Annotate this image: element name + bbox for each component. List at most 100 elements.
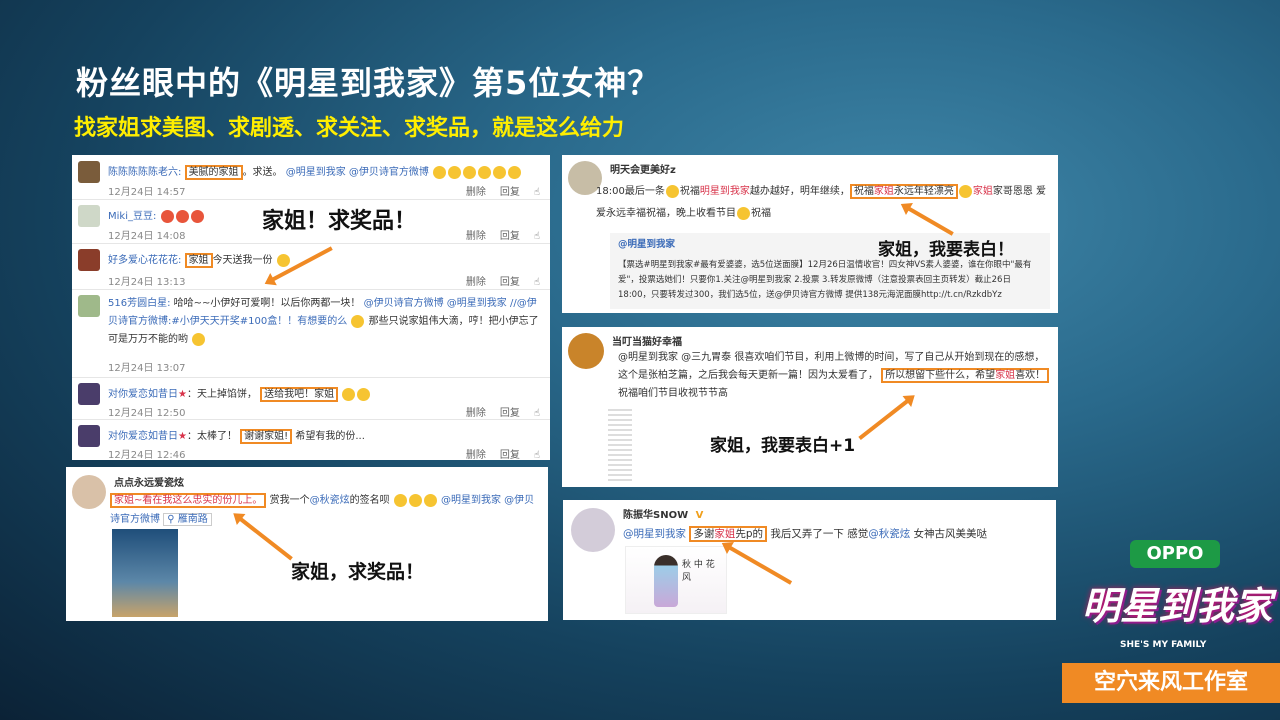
comment-time: 12月24日 12:50 <box>108 408 186 419</box>
show-logo: 明星到我家 <box>1082 584 1273 628</box>
post-image[interactable] <box>112 529 178 617</box>
delete-button[interactable]: 删除 <box>466 450 486 460</box>
delete-button[interactable]: 删除 <box>466 187 486 198</box>
comment-user[interactable]: 516芳圆白星: <box>108 298 170 309</box>
emoji-icon <box>190 209 204 223</box>
reply-button[interactable]: 回复 <box>500 187 520 198</box>
post-user[interactable]: 陈振华SNOW <box>623 510 688 521</box>
highlighted-text: 所以想留下些什么，希望 <box>885 370 996 381</box>
post-text: 家哥恩恩 <box>992 186 1033 197</box>
like-icon[interactable]: ☝ <box>534 231 540 242</box>
mention-link[interactable]: @明星到我家 <box>441 495 501 506</box>
comment-user[interactable]: 对你爱恋如昔日 <box>108 389 178 400</box>
post-text: 祝福 <box>679 186 700 197</box>
emoji-icon <box>508 165 522 179</box>
comment-user[interactable]: 陈陈陈陈陈老六: <box>108 167 181 178</box>
emoji-icon <box>478 165 492 179</box>
sponsor-logo: OPPO <box>1130 540 1220 568</box>
comment-user[interactable]: Miki_豆豆: <box>108 211 156 222</box>
highlighted-red: 家姐 <box>972 186 993 197</box>
reply-button[interactable]: 回复 <box>500 408 520 419</box>
emoji-icon <box>276 253 290 267</box>
mention-link[interactable]: @明星到我家 <box>623 528 686 540</box>
emoji-icon <box>737 206 750 220</box>
arrow-icon <box>726 544 793 585</box>
emoji-icon <box>433 165 447 179</box>
verified-badge: V <box>695 510 704 521</box>
avatar <box>571 508 615 552</box>
highlighted-text: 永远年轻漂亮 <box>893 186 954 197</box>
image-figure <box>654 555 678 607</box>
avatar <box>568 333 604 369</box>
highlighted-text: 谢谢家姐! <box>240 429 293 444</box>
comment-text: 哈哈~~小伊好可爱啊！以后你两都一块！ <box>173 298 361 309</box>
emoji-icon <box>342 387 356 401</box>
avatar <box>78 383 100 405</box>
like-icon[interactable]: ☝ <box>534 277 540 288</box>
location-label: 雁南路 <box>177 514 208 525</box>
comment-text: ：天上掉馅饼， <box>186 389 257 400</box>
show-name: 明星到我家 <box>699 186 750 197</box>
avatar <box>78 249 100 271</box>
highlighted-text: 喜欢！ <box>1015 370 1046 381</box>
reply-button[interactable]: 回复 <box>500 450 520 460</box>
delete-button[interactable]: 删除 <box>466 277 486 288</box>
reply-button[interactable]: 回复 <box>500 277 520 288</box>
highlighted-text: 美腻的家姐 <box>184 165 243 180</box>
post-text: 祝福 <box>751 208 771 219</box>
callout-text: 家姐，我要表白！ <box>878 240 1014 260</box>
avatar <box>78 425 100 447</box>
comment-time: 12月24日 14:57 <box>108 187 186 198</box>
highlighted-red: 家姐 <box>873 186 894 197</box>
highlighted-text: 家姐~看在我这么忠实的份儿上。 <box>110 493 267 508</box>
mention-link[interactable]: @秋瓷炫 <box>868 528 910 540</box>
weibo-post-panel: 陈振华SNOW V @明星到我家 多谢家姐先p的 我后又弄了一下 感觉@秋瓷炫 … <box>563 500 1056 620</box>
weibo-post-panel: 点点永远爱瓷炫 家姐~看在我这么忠实的份儿上。 赏我一个@秋瓷炫的签名呗 @明星… <box>66 467 548 621</box>
comment-row: 陈陈陈陈陈老六: 美腻的家姐 。求送。 @明星到我家 @伊贝诗官方微博 12月24… <box>72 155 550 200</box>
post-user[interactable]: 点点永远爱瓷炫 <box>114 474 184 489</box>
avatar <box>78 295 100 317</box>
emoji-icon <box>160 209 174 223</box>
emoji-icon <box>408 493 422 507</box>
emoji-icon <box>448 165 462 179</box>
reply-button[interactable]: 回复 <box>500 231 520 242</box>
comments-panel: 陈陈陈陈陈老六: 美腻的家姐 。求送。 @明星到我家 @伊贝诗官方微博 12月24… <box>72 155 550 460</box>
location-pin-icon: ⚲ <box>167 514 175 525</box>
delete-button[interactable]: 删除 <box>466 408 486 419</box>
comment-time: 12月24日 14:08 <box>108 231 186 242</box>
emoji-icon <box>175 209 189 223</box>
comment-user[interactable]: 好多爱心花花花: <box>108 255 181 266</box>
quote-text: 【票选#明星到我家#最有爱婆婆，选5位送面膜】12月26日温情收官！四女神VS素… <box>618 260 1032 300</box>
show-logo-subtitle: SHE'S MY FAMILY <box>1120 640 1207 650</box>
comment-row: 对你爱恋如昔日★：太棒了！ 谢谢家姐! 希望有我的份... 12月24日 12:… <box>72 419 550 460</box>
comment-row: 好多爱心花花花: 家姐 今天送我一份 12月24日 13:13 删除 回复 ☝ <box>72 243 550 290</box>
emoji-icon <box>958 184 972 198</box>
comment-time: 12月24日 12:46 <box>108 450 186 460</box>
comment-mentions[interactable]: @明星到我家 @伊贝诗官方微博 <box>286 167 429 178</box>
post-text: 我后又弄了一下 感觉 <box>770 528 869 540</box>
avatar <box>78 161 100 183</box>
post-text: 18:00最后一条 <box>596 186 665 197</box>
comment-row: 对你爱恋如昔日★：天上掉馅饼， 送给我吧！家姐 12月24日 12:50 删除 回… <box>72 377 550 420</box>
callout-text: 家姐，求奖品！ <box>291 561 425 583</box>
comment-text: 。求送。 <box>242 167 283 178</box>
post-text: 赏我一个 <box>269 495 310 506</box>
post-image[interactable] <box>608 409 632 481</box>
comment-user[interactable]: 对你爱恋如昔日 <box>108 431 178 442</box>
post-user[interactable]: 明天会更美好z <box>610 161 676 176</box>
like-icon[interactable]: ☝ <box>534 408 540 419</box>
emoji-icon <box>665 184 679 198</box>
page-title: 粉丝眼中的《明星到我家》第5位女神？ <box>76 64 661 102</box>
like-icon[interactable]: ☝ <box>534 450 540 460</box>
highlighted-text: 家姐 <box>184 253 213 268</box>
mention-link[interactable]: @秋瓷炫 <box>310 495 350 506</box>
page-subtitle: 找家姐求美图、求剧透、求关注、求奖品，就是这么给力 <box>74 116 625 141</box>
post-user[interactable]: 当叮当猫好幸福 <box>612 333 682 348</box>
location-tag[interactable]: ⚲ 雁南路 <box>163 513 212 526</box>
post-text: 的签名呗 <box>349 495 390 506</box>
post-image[interactable]: 秋 中 花 风 <box>625 546 727 614</box>
post-text: 祝福咱们节目收视节节高 <box>618 388 728 399</box>
delete-button[interactable]: 删除 <box>466 231 486 242</box>
like-icon[interactable]: ☝ <box>534 187 540 198</box>
avatar <box>72 475 106 509</box>
